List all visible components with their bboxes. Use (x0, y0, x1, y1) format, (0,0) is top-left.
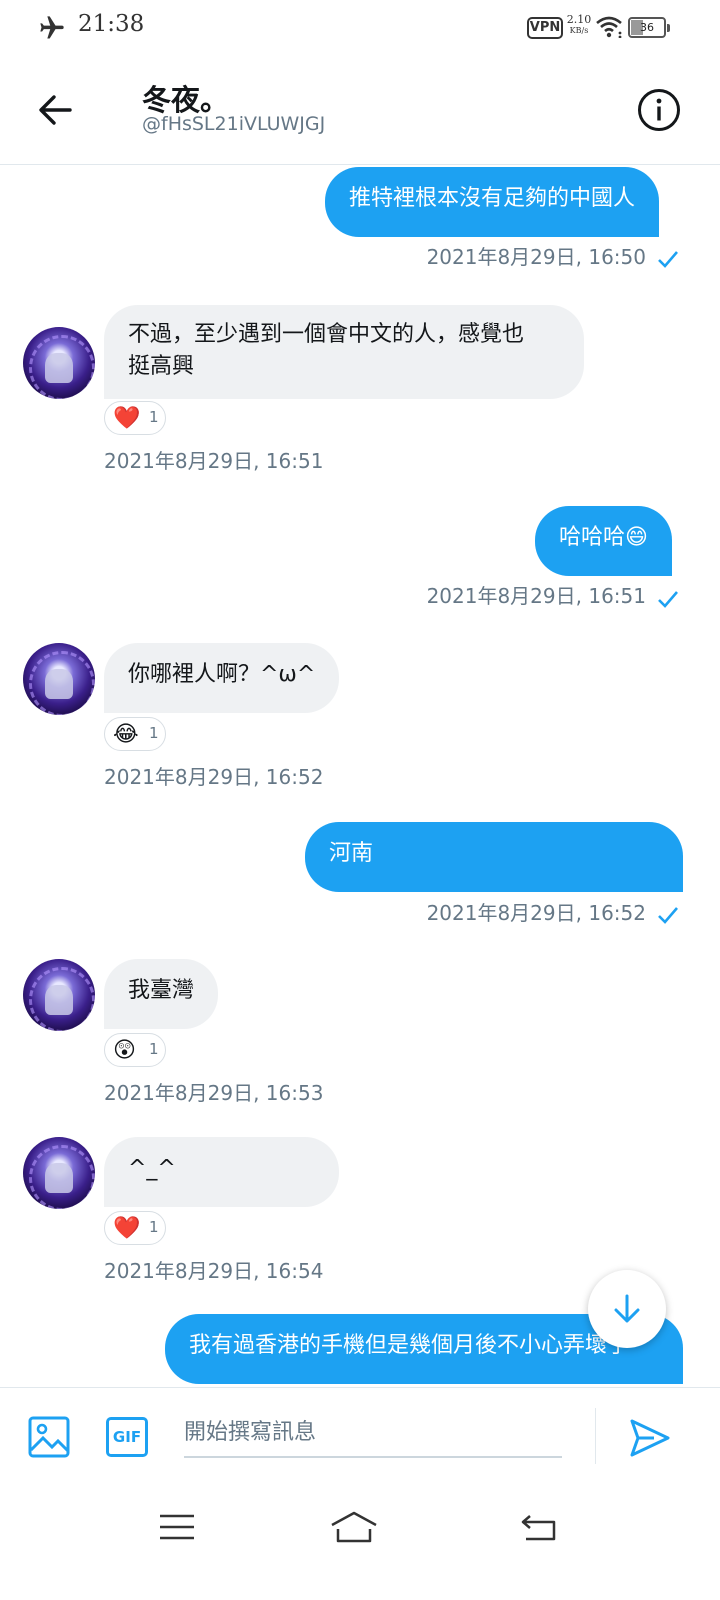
message-text-line-1: 不過，至少遇到一個會中文的人，感覺也 (128, 322, 525, 347)
message-timestamp: 2021年8月29日, 16:51 (426, 584, 646, 608)
info-icon[interactable] (636, 87, 682, 133)
reaction-count: 1 (149, 1218, 159, 1236)
message-text: 我有過香港的手機但是幾個月後不小心弄壞了 (189, 1333, 630, 1358)
wifi-icon (596, 16, 622, 38)
reaction-badge[interactable]: 😲 1 (104, 1033, 166, 1067)
message-timestamp: 2021年8月29日, 16:53 (104, 1081, 324, 1105)
avatar[interactable] (23, 1137, 95, 1209)
status-bar: 21:38 VPN 2.10 KB/s 36 (0, 0, 720, 55)
reaction-count: 1 (149, 1040, 159, 1058)
reaction-count: 1 (149, 724, 159, 742)
recent-apps-icon[interactable] (158, 1512, 196, 1542)
scroll-to-bottom-button[interactable] (588, 1270, 666, 1348)
avatar[interactable] (23, 327, 95, 399)
message-text-line-2: 挺高興 (128, 354, 195, 379)
reaction-heart-icon: ❤️ (113, 1216, 141, 1241)
message-bubble-sent[interactable]: 推特裡根本沒有足夠的中國人 (325, 167, 660, 237)
read-check-icon (658, 907, 678, 924)
battery-icon: 36 (628, 17, 670, 38)
reaction-laughing-icon: 😂 (113, 722, 139, 747)
read-check-icon (658, 251, 678, 268)
message-bubble-received[interactable]: 不過，至少遇到一個會中文的人，感覺也 挺高興 (104, 305, 584, 399)
gif-button[interactable]: GIF (106, 1417, 148, 1457)
message-bubble-received[interactable]: ^_^ (104, 1137, 339, 1207)
reaction-badge[interactable]: ❤️ 1 (104, 401, 166, 435)
network-speed-value: 2.10 (566, 13, 592, 26)
system-navigation-bar (0, 1482, 720, 1600)
reaction-badge[interactable]: 😂 1 (104, 717, 166, 751)
message-text: 河南 (329, 841, 374, 866)
battery-nub (667, 24, 670, 32)
read-check-icon (658, 591, 678, 608)
message-text: ^_^ (128, 1156, 176, 1181)
message-text: 推特裡根本沒有足夠的中國人 (349, 186, 636, 211)
message-timestamp: 2021年8月29日, 16:52 (104, 765, 324, 789)
vpn-badge: VPN (527, 17, 563, 39)
image-icon[interactable] (28, 1416, 70, 1458)
send-icon[interactable] (628, 1416, 672, 1460)
battery-percent: 36 (640, 21, 654, 34)
composer-divider (595, 1408, 596, 1464)
avatar[interactable] (23, 959, 95, 1031)
home-icon[interactable] (330, 1510, 378, 1544)
back-arrow-icon[interactable] (30, 85, 80, 135)
reaction-count: 1 (149, 408, 159, 426)
contact-handle[interactable]: @fHsSL21iVLUWJGJ (142, 113, 325, 135)
network-speed-unit: KB/s (569, 26, 589, 35)
network-speed: 2.10 KB/s (566, 14, 592, 36)
message-text: 哈哈哈😄 (559, 525, 648, 550)
arrow-down-icon (614, 1294, 640, 1323)
reaction-badge[interactable]: ❤️ 1 (104, 1211, 166, 1245)
message-input[interactable] (184, 1408, 562, 1458)
conversation-header: 冬夜。 @fHsSL21iVLUWJGJ (0, 55, 720, 165)
message-timestamp: 2021年8月29日, 16:52 (426, 901, 646, 925)
avatar[interactable] (23, 643, 95, 715)
airplane-mode-icon (40, 16, 64, 39)
message-bubble-sent[interactable]: 哈哈哈😄 (535, 506, 672, 576)
message-composer: GIF (0, 1387, 720, 1482)
message-bubble-sent[interactable]: 河南 (305, 822, 683, 892)
clock: 21:38 (78, 11, 145, 37)
message-list[interactable]: 推特裡根本沒有足夠的中國人 2021年8月29日, 16:50 不過，至少遇到一… (0, 165, 720, 1387)
message-text: 我臺灣 (128, 978, 195, 1003)
message-timestamp: 2021年8月29日, 16:54 (104, 1259, 324, 1283)
message-timestamp: 2021年8月29日, 16:51 (104, 449, 324, 473)
reaction-heart-icon: ❤️ (113, 406, 141, 431)
message-text: 你哪裡人啊？^ω^ (128, 662, 316, 687)
system-back-icon[interactable] (520, 1510, 558, 1542)
message-bubble-received[interactable]: 我臺灣 (104, 959, 219, 1029)
reaction-surprised-icon: 😲 (113, 1038, 136, 1063)
message-timestamp: 2021年8月29日, 16:50 (426, 245, 646, 269)
message-bubble-received[interactable]: 你哪裡人啊？^ω^ (104, 643, 340, 713)
